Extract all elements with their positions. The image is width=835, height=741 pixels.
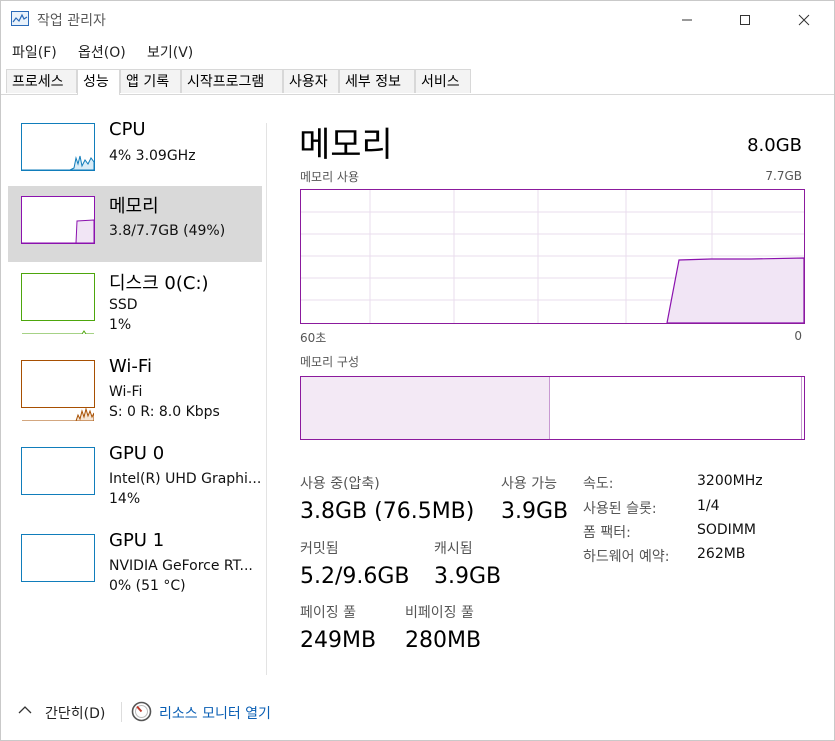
- speed-value: 3200MHz: [697, 473, 763, 489]
- tab-processes[interactable]: 프로세스: [6, 69, 77, 93]
- slots-used-value: 1/4: [697, 498, 720, 514]
- sidebar-item-gpu1[interactable]: GPU 1 NVIDIA GeForce RT... 0% (51 °C): [8, 524, 262, 600]
- task-manager-window: 작업 관리자 파일(F) 옵션(O) 보기(V) 프로세스 성능 앱 기록 시작…: [0, 0, 835, 741]
- resource-monitor-icon[interactable]: [131, 701, 152, 722]
- gpu1-thumbnail-graph: [21, 534, 95, 582]
- chevron-up-icon[interactable]: [18, 705, 32, 715]
- graph-axis-left: 60초: [300, 331, 327, 345]
- memory-usage-max: 7.7GB: [765, 169, 802, 183]
- sidebar-subtitle: Intel(R) UHD Graphi...: [109, 471, 262, 487]
- sidebar-subtitle-2: S: 0 R: 8.0 Kbps: [109, 404, 220, 420]
- tab-app-history[interactable]: 앱 기록: [120, 69, 181, 93]
- wifi-sparkline: [22, 407, 95, 422]
- tab-details[interactable]: 세부 정보: [339, 69, 415, 93]
- sidebar-subtitle: Wi-Fi: [109, 384, 143, 400]
- task-manager-app-icon: [11, 11, 29, 26]
- form-factor-label: 폼 팩터:: [583, 525, 631, 541]
- menu-view[interactable]: 보기(V): [147, 42, 193, 62]
- in-use-value: 3.8GB (76.5MB): [300, 499, 475, 524]
- menu-options[interactable]: 옵션(O): [78, 42, 126, 62]
- tab-services[interactable]: 서비스: [415, 69, 471, 93]
- tab-performance[interactable]: 성능: [77, 69, 120, 95]
- form-factor-value: SODIMM: [697, 522, 756, 538]
- graph-axis-right: 0: [794, 329, 802, 343]
- sidebar-item-gpu0[interactable]: GPU 0 Intel(R) UHD Graphi... 14%: [8, 437, 262, 513]
- hardware-reserved-label: 하드웨어 예약:: [583, 549, 670, 565]
- sidebar-title: 디스크 0(C:): [109, 273, 209, 294]
- close-icon: [798, 14, 810, 26]
- disk-thumbnail-graph: [21, 273, 95, 335]
- sidebar-subtitle: 4% 3.09GHz: [109, 148, 196, 164]
- sidebar-title: GPU 1: [109, 530, 165, 551]
- nonpaged-pool-label: 비페이징 풀: [405, 605, 474, 621]
- speed-label: 속도:: [583, 476, 614, 492]
- composition-free-segment: [801, 377, 804, 439]
- menu-file[interactable]: 파일(F): [12, 42, 57, 62]
- sidebar-item-disk[interactable]: 디스크 0(C:) SSD 1%: [8, 263, 262, 339]
- in-use-label: 사용 중(압축): [300, 476, 380, 492]
- tab-bar: 프로세스 성능 앱 기록 시작프로그램 사용자 세부 정보 서비스: [1, 69, 834, 95]
- memory-thumbnail-graph: [21, 196, 95, 244]
- memory-composition-bar: [300, 376, 805, 440]
- hardware-reserved-value: 262MB: [697, 546, 746, 562]
- sidebar-item-cpu[interactable]: CPU 4% 3.09GHz: [8, 113, 262, 189]
- total-memory: 8.0GB: [747, 135, 802, 156]
- disk-sparkline: [22, 330, 94, 335]
- cpu-sparkline: [22, 155, 95, 171]
- menu-bar: 파일(F) 옵션(O) 보기(V): [1, 39, 834, 63]
- memory-usage-label: 메모리 사용: [300, 170, 360, 184]
- sidebar-subtitle-2: 0% (51 °C): [109, 578, 186, 594]
- slots-used-label: 사용된 슬롯:: [583, 501, 657, 517]
- tab-startup[interactable]: 시작프로그램: [181, 69, 283, 93]
- open-resource-monitor-link[interactable]: 리소스 모니터 열기: [159, 703, 271, 723]
- title-bar[interactable]: 작업 관리자: [1, 1, 834, 39]
- sidebar-subtitle: 3.8/7.7GB (49%): [109, 223, 226, 239]
- memory-usage-graph: [300, 189, 805, 324]
- minimize-icon: [682, 19, 692, 21]
- composition-in-use-segment: [301, 377, 550, 439]
- collapse-button[interactable]: 간단히(D): [45, 703, 105, 723]
- committed-label: 커밋됨: [300, 541, 339, 557]
- sidebar-divider: [266, 123, 267, 675]
- cpu-thumbnail-graph: [21, 123, 95, 171]
- tab-users[interactable]: 사용자: [283, 69, 339, 93]
- sidebar-subtitle-2: 14%: [109, 491, 141, 507]
- nonpaged-pool-value: 280MB: [405, 628, 482, 653]
- window-title: 작업 관리자: [37, 13, 106, 29]
- paged-pool-value: 249MB: [300, 628, 377, 653]
- memory-sparkline: [22, 219, 95, 244]
- sidebar-subtitle: SSD: [109, 297, 138, 313]
- paged-pool-label: 페이징 풀: [300, 605, 356, 621]
- sidebar-title: CPU: [109, 119, 146, 140]
- sidebar-title: GPU 0: [109, 443, 165, 464]
- page-title: 메모리: [299, 125, 393, 165]
- committed-value: 5.2/9.6GB: [300, 564, 410, 589]
- footer-divider: [121, 702, 122, 722]
- sidebar-item-wifi[interactable]: Wi-Fi Wi-Fi S: 0 R: 8.0 Kbps: [8, 350, 262, 426]
- available-label: 사용 가능: [501, 476, 557, 492]
- sidebar-title: 메모리: [109, 196, 159, 217]
- footer-bar: 간단히(D) 리소스 모니터 열기: [1, 699, 834, 727]
- close-button[interactable]: [781, 7, 827, 33]
- available-value: 3.9GB: [501, 499, 569, 524]
- sidebar-subtitle: NVIDIA GeForce RT...: [109, 558, 253, 574]
- maximize-button[interactable]: [722, 7, 768, 33]
- memory-usage-plot: [301, 190, 805, 324]
- sidebar-item-memory[interactable]: 메모리 3.8/7.7GB (49%): [8, 186, 262, 262]
- minimize-button[interactable]: [664, 7, 710, 33]
- cached-label: 캐시됨: [434, 541, 473, 557]
- maximize-icon: [740, 15, 750, 25]
- cached-value: 3.9GB: [434, 564, 502, 589]
- gpu0-thumbnail-graph: [21, 447, 95, 495]
- wifi-thumbnail-graph: [21, 360, 95, 422]
- sidebar-subtitle-2: 1%: [109, 317, 132, 333]
- sidebar-title: Wi-Fi: [109, 356, 152, 377]
- memory-composition-label: 메모리 구성: [300, 355, 360, 369]
